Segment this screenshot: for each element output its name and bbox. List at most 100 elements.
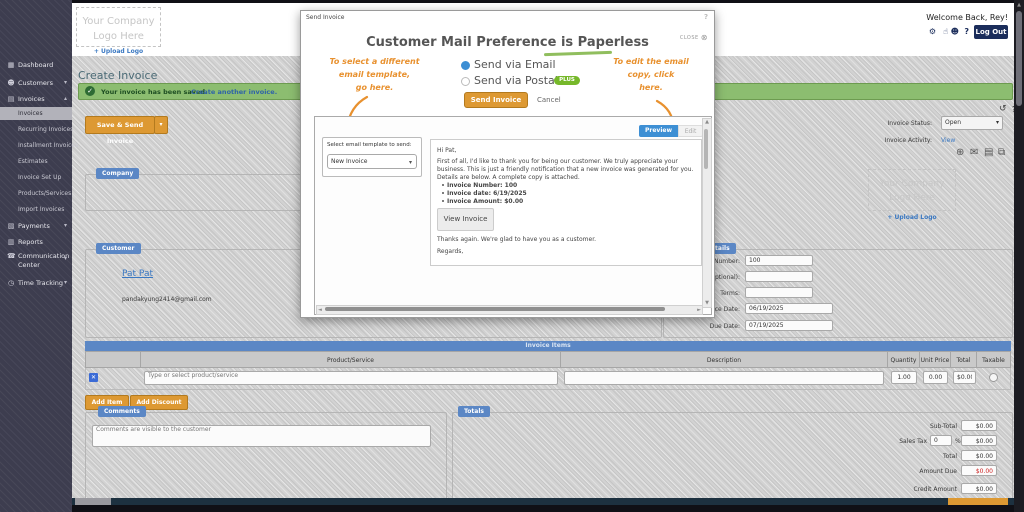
create-another-invoice-link[interactable]: Create another invoice. <box>191 88 277 96</box>
radio-selected-icon[interactable] <box>461 61 470 70</box>
scroll-down-arrow[interactable]: ▼ <box>703 300 711 307</box>
sidebar-item-time-tracking[interactable]: ◷ Time Tracking ▾ <box>0 276 72 290</box>
scrollbar-thumb[interactable] <box>704 129 708 169</box>
invoice-items-header-row: Product/Service Description Quantity Uni… <box>85 351 1011 368</box>
email-body-box: Hi Pat, First of all, I'd like to thank … <box>430 139 702 266</box>
preview-horizontal-scrollbar[interactable]: ◄ ► <box>316 305 703 315</box>
sidebar-subitem-invoice-set-up[interactable]: Invoice Set Up <box>0 171 72 184</box>
modal-heading: Customer Mail Preference is Paperless <box>301 35 714 50</box>
heading-underline-brush <box>544 51 612 56</box>
chevron-up-icon: ▴ <box>64 92 67 106</box>
sidebar-subitem-import-invoices[interactable]: Import Invoices <box>0 203 72 216</box>
subitem-label: Estimates <box>18 155 48 168</box>
chevron-down-icon: ▾ <box>64 252 67 266</box>
preview-vertical-scrollbar[interactable]: ▲ ▼ <box>702 118 712 308</box>
user-icon[interactable]: ☻ <box>951 27 959 36</box>
description-input[interactable] <box>564 371 884 385</box>
sidebar-subitem-invoices[interactable]: Invoices <box>0 107 72 120</box>
devices-icon[interactable]: ⧉ <box>998 147 1005 158</box>
template-selector-box: Select email template to send: New Invoi… <box>322 137 422 177</box>
sidebar-item-customers[interactable]: ☻ Customers ▾ <box>0 76 72 90</box>
delete-row-button[interactable]: ✕ <box>89 373 98 382</box>
scrollbar-thumb[interactable] <box>325 307 665 311</box>
invoice-upload-logo-link[interactable]: + Upload Logo <box>868 214 956 221</box>
scroll-right-arrow[interactable]: ► <box>697 307 701 314</box>
sidebar-subitem-products-services[interactable]: Products/Services <box>0 187 72 200</box>
mail-icon[interactable]: ✉ <box>970 147 978 158</box>
save-send-invoice-button[interactable]: Save & Send Invoice <box>85 116 155 134</box>
close-x-icon: ✕ <box>91 374 96 381</box>
product-service-input[interactable] <box>144 371 558 385</box>
invoice-logo-placeholder[interactable]: Your Company Logo Here <box>868 169 956 211</box>
chevron-down-icon: ▾ <box>409 156 412 169</box>
edit-button[interactable]: Edit <box>678 125 703 137</box>
payments-icon: ▧ <box>7 219 15 233</box>
modal-cancel-button[interactable]: Cancel <box>537 96 561 104</box>
sidebar-subitem-installment-invoices[interactable]: Installment Invoices <box>0 139 72 152</box>
scroll-up-arrow[interactable]: ▲ <box>1014 2 1024 9</box>
globe-icon[interactable]: ⊕ <box>956 147 964 158</box>
email-paragraph: First of all, I'd like to thank you for … <box>437 158 694 182</box>
undo-icon[interactable]: ↺ <box>999 104 1007 114</box>
send-invoice-modal: Send Invoice ? CLOSE ⊗ Customer Mail Pre… <box>300 10 715 318</box>
check-icon: ✓ <box>85 86 95 96</box>
sidebar: ▦ Dashboard ☻ Customers ▾ ▤ Invoices ▴ I… <box>0 0 72 512</box>
sales-tax-value: $0.00 <box>961 435 997 446</box>
invoice-item-row: ✕ <box>85 368 1011 390</box>
thumbs-up-icon[interactable]: ☝ <box>943 27 948 36</box>
row-actions-column <box>86 352 141 367</box>
credit-amount-label: Credit Amount <box>877 486 957 493</box>
taxable-checkbox[interactable] <box>989 373 998 382</box>
sidebar-item-communication-center[interactable]: ☎ Communication Center ▾ <box>0 249 72 273</box>
sales-tax-rate-input[interactable] <box>930 435 952 446</box>
customer-name-link[interactable]: Pat Pat <box>122 269 153 279</box>
sidebar-item-label: Payments <box>18 219 50 233</box>
template-select[interactable]: New Invoice ▾ <box>327 154 417 169</box>
sidebar-item-dashboard[interactable]: ▦ Dashboard <box>0 58 72 72</box>
sidebar-subitem-estimates[interactable]: Estimates <box>0 155 72 168</box>
preview-button[interactable]: Preview <box>639 125 678 137</box>
bullet-dot <box>442 200 444 202</box>
invoice-number-input[interactable] <box>745 255 813 266</box>
email-bullet-3: Invoice Amount: $0.00 <box>447 198 523 205</box>
save-send-dropdown-toggle[interactable]: ▾ <box>154 116 168 134</box>
app-screen: Your Company Logo Here + Upload Logo Wel… <box>0 0 1024 512</box>
annotation-left: To select a different email template, go… <box>327 55 422 94</box>
bottom-left-button-fragment[interactable] <box>75 498 111 505</box>
company-tag: Company <box>96 168 139 179</box>
scroll-up-arrow[interactable]: ▲ <box>703 119 711 126</box>
company-logo-placeholder[interactable]: Your Company Logo Here <box>76 7 161 47</box>
invoice-status-select[interactable]: Open ▾ <box>941 116 1003 130</box>
modal-send-invoice-button[interactable]: Send Invoice <box>464 92 528 108</box>
unit-price-input[interactable] <box>923 371 948 384</box>
page-scrollbar[interactable]: ▲ <box>1014 0 1024 512</box>
po-number-input[interactable] <box>745 271 813 282</box>
subitem-label: Invoices <box>18 107 43 120</box>
invoice-date-input[interactable] <box>745 303 833 314</box>
taxable-column: Taxable <box>977 352 1010 367</box>
print-icon[interactable]: ▤ <box>984 147 993 158</box>
help-icon[interactable]: ? <box>964 27 969 36</box>
bottom-right-button-fragment[interactable] <box>948 498 1008 505</box>
terms-input[interactable] <box>745 287 813 298</box>
sidebar-item-invoices[interactable]: ▤ Invoices ▴ <box>0 92 72 106</box>
postal-option-label: Send via Postal <box>474 74 558 87</box>
logout-button[interactable]: Log Out <box>974 25 1008 39</box>
quantity-input[interactable] <box>891 371 917 384</box>
email-option-label: Send via Email <box>474 58 556 71</box>
due-date-input[interactable] <box>745 320 833 331</box>
modal-title: Send Invoice <box>306 14 344 21</box>
view-invoice-button[interactable]: View Invoice <box>437 208 494 231</box>
sidebar-item-reports[interactable]: ▥ Reports <box>0 235 72 249</box>
invoice-activity-view-link[interactable]: View <box>941 137 955 144</box>
scrollbar-thumb[interactable] <box>1016 11 1022 106</box>
radio-unselected-icon[interactable] <box>461 77 470 86</box>
sidebar-subitem-recurring-invoices[interactable]: Recurring Invoices <box>0 123 72 136</box>
comments-input[interactable] <box>92 425 431 447</box>
upload-logo-link[interactable]: + Upload Logo <box>76 48 161 55</box>
scroll-left-arrow[interactable]: ◄ <box>318 307 322 314</box>
subitem-label: Products/Services <box>18 187 71 200</box>
gear-icon[interactable]: ⚙ <box>929 27 936 36</box>
modal-help-icon[interactable]: ? <box>704 13 708 21</box>
sidebar-item-payments[interactable]: ▧ Payments ▾ <box>0 219 72 233</box>
